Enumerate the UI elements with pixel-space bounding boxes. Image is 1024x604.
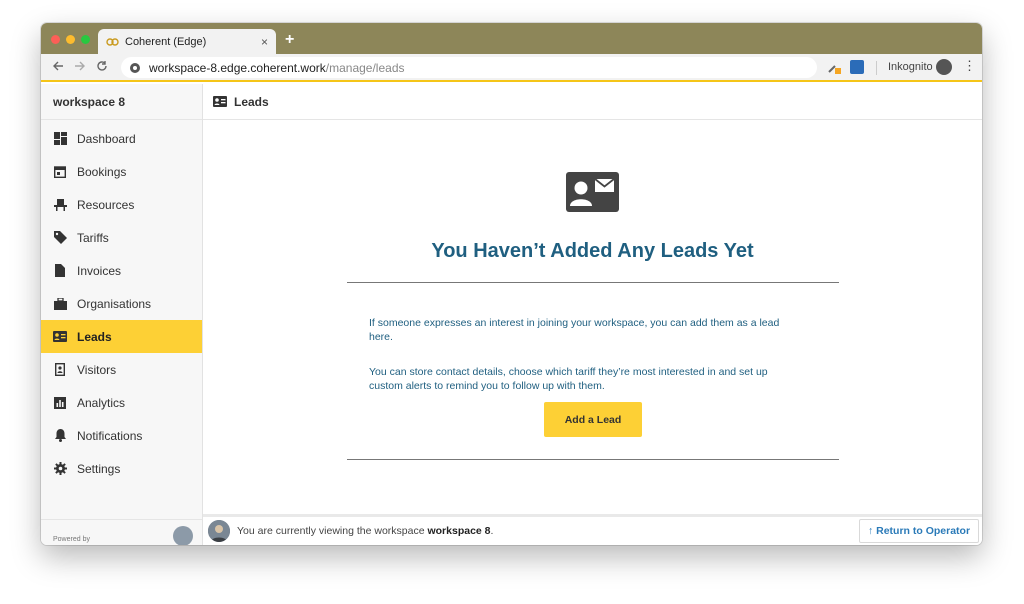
sidebar-item-resources[interactable]: Resources	[41, 188, 202, 221]
sidebar-item-label: Analytics	[77, 395, 126, 410]
sidebar-item-label: Dashboard	[77, 131, 136, 146]
sidebar-item-label: Tariffs	[77, 230, 109, 245]
briefcase-icon	[53, 297, 67, 311]
sidebar-item-leads[interactable]: Leads	[41, 320, 202, 353]
sidebar-item-visitors[interactable]: Visitors	[41, 353, 202, 386]
dashboard-icon	[53, 132, 67, 146]
app-area: workspace 8 Dashboard Bookings Resources…	[41, 84, 982, 545]
sidebar-item-label: Notifications	[77, 428, 143, 443]
incognito-label: Inkognito	[888, 61, 933, 73]
sidebar-item-label: Visitors	[77, 362, 117, 377]
sidebar-item-organisations[interactable]: Organisations	[41, 287, 202, 320]
desk-chair-icon	[53, 198, 67, 212]
return-to-operator-button[interactable]: ↑ Return to Operator	[859, 519, 979, 543]
gear-icon	[53, 462, 67, 476]
contact-card-icon	[566, 172, 619, 212]
bar-chart-icon	[53, 396, 67, 410]
forward-arrow-icon[interactable]	[69, 60, 91, 75]
sidebar: workspace 8 Dashboard Bookings Resources…	[41, 84, 203, 545]
toolbar-divider	[876, 61, 877, 75]
url-host: workspace-8.edge.coherent.work	[149, 60, 326, 75]
badge-icon	[53, 363, 67, 377]
main-content: Leads You Haven’t Added Any Leads Yet If…	[203, 84, 982, 513]
back-arrow-icon[interactable]	[47, 60, 69, 75]
incognito-icon[interactable]	[936, 59, 952, 75]
browser-tab[interactable]: Coherent (Edge) ×	[98, 29, 276, 54]
sidebar-item-label: Resources	[77, 197, 135, 212]
close-window-button[interactable]	[51, 35, 60, 44]
browser-window: Coherent (Edge) × + workspace-8.edge.coh…	[41, 23, 982, 545]
sidebar-nav: Dashboard Bookings Resources Tariffs Inv…	[41, 120, 202, 485]
status-message: You are currently viewing the workspace …	[237, 525, 494, 537]
site-info-icon[interactable]	[129, 62, 141, 74]
sidebar-item-invoices[interactable]: Invoices	[41, 254, 202, 287]
page-header: Leads	[203, 84, 982, 120]
sidebar-item-analytics[interactable]: Analytics	[41, 386, 202, 419]
sidebar-footer-divider	[41, 519, 202, 520]
url-path: /manage/leads	[325, 60, 405, 75]
sidebar-item-bookings[interactable]: Bookings	[41, 155, 202, 188]
arrow-up-icon: ↑	[867, 525, 874, 537]
divider	[347, 459, 839, 460]
operator-avatar	[208, 520, 230, 542]
sidebar-item-dashboard[interactable]: Dashboard	[41, 122, 202, 155]
browser-toolbar: workspace-8.edge.coherent.work /manage/l…	[41, 54, 982, 82]
sidebar-item-settings[interactable]: Settings	[41, 452, 202, 485]
coherent-favicon-icon	[106, 35, 119, 48]
sidebar-item-label: Leads	[77, 329, 112, 344]
tab-close-icon[interactable]: ×	[261, 35, 268, 49]
address-bar[interactable]: workspace-8.edge.coherent.work /manage/l…	[121, 57, 817, 78]
maximize-window-button[interactable]	[81, 35, 90, 44]
sidebar-item-tariffs[interactable]: Tariffs	[41, 221, 202, 254]
minimize-window-button[interactable]	[66, 35, 75, 44]
sidebar-item-label: Settings	[77, 461, 121, 476]
tag-icon	[53, 231, 67, 245]
user-avatar[interactable]	[173, 526, 193, 545]
sidebar-item-label: Organisations	[77, 296, 152, 311]
eyedropper-extension-icon[interactable]	[827, 60, 841, 74]
workspace-status-bar: You are currently viewing the workspace …	[203, 514, 982, 545]
empty-state-title: You Haven’t Added Any Leads Yet	[431, 240, 754, 262]
divider	[347, 282, 839, 283]
add-lead-button[interactable]: Add a Lead	[544, 402, 642, 437]
tab-title: Coherent (Edge)	[125, 35, 207, 48]
calendar-icon	[53, 165, 67, 179]
sidebar-item-label: Invoices	[77, 263, 122, 278]
status-workspace-name: workspace 8	[427, 525, 491, 537]
bell-icon	[53, 429, 67, 443]
contact-card-icon	[213, 95, 227, 108]
workspace-title: workspace 8	[41, 84, 202, 120]
vertical-dots-icon[interactable]: ⋮	[963, 58, 976, 74]
extension-grid-icon[interactable]	[850, 60, 864, 74]
powered-by-label: Powered by	[53, 536, 90, 543]
empty-state-description: If someone expresses an interest in join…	[369, 317, 780, 343]
sidebar-item-notifications[interactable]: Notifications	[41, 419, 202, 452]
new-tab-button[interactable]: +	[285, 31, 294, 49]
document-icon	[53, 264, 67, 278]
sidebar-item-label: Bookings	[77, 164, 127, 179]
reload-icon[interactable]	[91, 60, 113, 75]
empty-state-details: You can store contact details, choose wh…	[369, 366, 768, 392]
contact-card-icon	[53, 330, 67, 344]
browser-titlebar: Coherent (Edge) × +	[41, 23, 982, 54]
page-title: Leads	[234, 94, 269, 109]
